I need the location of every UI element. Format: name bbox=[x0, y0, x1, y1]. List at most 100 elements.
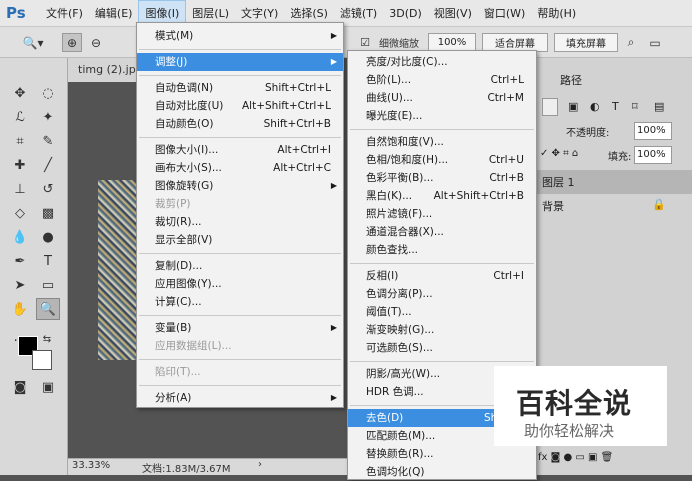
zoom-tool-icon[interactable]: 🔍 bbox=[36, 298, 60, 320]
adjust-menu-item-label: HDR 色调... bbox=[366, 386, 424, 398]
tab-paths[interactable]: 路径 bbox=[560, 72, 582, 88]
swap-colors-icon[interactable]: ⇆ bbox=[40, 332, 54, 346]
menu-separator bbox=[139, 385, 341, 386]
hand-tool-icon[interactable]: ✋ bbox=[8, 298, 32, 320]
adjust-menu-item-label: 阈值(T)... bbox=[366, 306, 412, 318]
zoom-tool-preset-icon[interactable]: 🔍▾ bbox=[18, 33, 48, 52]
path-select-icon[interactable]: ➤ bbox=[8, 274, 32, 296]
adjust-menu-item-20[interactable]: 替换颜色(R)... bbox=[348, 445, 536, 463]
adjust-menu-item-6[interactable]: 色彩平衡(B)... Ctrl+B bbox=[348, 169, 536, 187]
image-menu-item-11[interactable]: 复制(D)... bbox=[137, 257, 343, 275]
eyedropper-icon[interactable]: ✎ bbox=[36, 130, 60, 152]
adjust-menu-item-13[interactable]: 阈值(T)... bbox=[348, 303, 536, 321]
crop-tool-icon[interactable]: ⌗ bbox=[8, 130, 32, 152]
layer-1-name[interactable]: 图层 1 bbox=[542, 174, 575, 190]
adjust-menu-item-8[interactable]: 照片滤镜(F)... bbox=[348, 205, 536, 223]
menu-9[interactable]: 窗口(W) bbox=[478, 0, 531, 27]
menu-8[interactable]: 视图(V) bbox=[428, 0, 478, 27]
image-menu-item-6[interactable]: 画布大小(S)... Alt+Ctrl+C bbox=[137, 159, 343, 177]
zoom-level[interactable]: 33.33% bbox=[72, 460, 110, 471]
adjust-menu-item-label: 去色(D) bbox=[366, 412, 404, 424]
filter-shape-icon[interactable]: ⌑ bbox=[632, 100, 638, 113]
filter-image-icon[interactable]: ▣ bbox=[568, 100, 578, 113]
brush-tool-icon[interactable]: ╱ bbox=[36, 154, 60, 176]
history-brush-icon[interactable]: ↺ bbox=[36, 178, 60, 200]
adjust-menu-item-12[interactable]: 色调分离(P)... bbox=[348, 285, 536, 303]
screen-mode-icon[interactable]: ▣ bbox=[36, 376, 60, 398]
background-color-swatch[interactable] bbox=[32, 350, 52, 370]
image-menu-item-17[interactable]: 分析(A) ▶ bbox=[137, 389, 343, 407]
magic-wand-icon[interactable]: ✦ bbox=[36, 106, 60, 128]
menu-10[interactable]: 帮助(H) bbox=[531, 0, 582, 27]
adjust-menu-item-label: 色调均化(Q) bbox=[366, 466, 425, 478]
adjust-menu-item-3[interactable]: 曝光度(E)... bbox=[348, 107, 536, 125]
fill-input[interactable]: 100% bbox=[634, 146, 672, 164]
adjust-menu-item-11[interactable]: 反相(I) Ctrl+I bbox=[348, 267, 536, 285]
adjust-menu-item-15[interactable]: 可选颜色(S)... bbox=[348, 339, 536, 357]
adjust-menu-item-shortcut: Ctrl+M bbox=[487, 92, 524, 104]
adjust-menu-item-shortcut: Ctrl+L bbox=[490, 74, 524, 86]
menu-7[interactable]: 3D(D) bbox=[383, 0, 428, 27]
adjust-menu-item-14[interactable]: 渐变映射(G)... bbox=[348, 321, 536, 339]
filter-text-icon[interactable]: T bbox=[612, 100, 619, 113]
image-menu-item-4[interactable]: 自动颜色(O) Shift+Ctrl+B bbox=[137, 115, 343, 133]
image-menu-item-5[interactable]: 图像大小(I)... Alt+Ctrl+I bbox=[137, 141, 343, 159]
menu-separator bbox=[350, 129, 534, 130]
image-menu-item-15: 应用数据组(L)... bbox=[137, 337, 343, 355]
adjust-menu-item-2[interactable]: 曲线(U)... Ctrl+M bbox=[348, 89, 536, 107]
adjust-menu-item-label: 通道混合器(X)... bbox=[366, 226, 444, 238]
layer-bottom-icons[interactable]: fx ◙ ● ▭ ▣ 🗑 bbox=[538, 452, 613, 463]
menu-separator bbox=[139, 137, 341, 138]
image-menu-item-shortcut: Alt+Shift+Ctrl+L bbox=[241, 100, 331, 112]
move-tool-icon[interactable]: ✥ bbox=[8, 82, 32, 104]
eraser-icon[interactable]: ◇ bbox=[8, 202, 32, 224]
blur-tool-icon[interactable]: 💧 bbox=[8, 226, 32, 248]
image-menu-item-10[interactable]: 显示全部(V) bbox=[137, 231, 343, 249]
layer-filter-dropdown[interactable] bbox=[542, 98, 558, 116]
adjust-menu-item-7[interactable]: 黑白(K)... Alt+Shift+Ctrl+B bbox=[348, 187, 536, 205]
image-menu-item-7[interactable]: 图像旋转(G) ▶ bbox=[137, 177, 343, 195]
lasso-tool-icon[interactable]: ℒ bbox=[8, 106, 32, 128]
rectangle-tool-icon[interactable]: ▭ bbox=[36, 274, 60, 296]
adjust-menu-item-1[interactable]: 色阶(L)... Ctrl+L bbox=[348, 71, 536, 89]
healing-brush-icon[interactable]: ✚ bbox=[8, 154, 32, 176]
pen-tool-icon[interactable]: ✒ bbox=[8, 250, 32, 272]
image-menu-item-9[interactable]: 裁切(R)... bbox=[137, 213, 343, 231]
menu-0[interactable]: 文件(F) bbox=[40, 0, 89, 27]
menu-separator bbox=[350, 361, 534, 362]
lock-icons[interactable]: ✓ ✥ ⌗ ⌂ bbox=[540, 148, 578, 159]
opacity-input[interactable]: 100% bbox=[634, 122, 672, 140]
zoom-out-icon[interactable]: ⊖ bbox=[86, 33, 106, 52]
image-menu-item-2[interactable]: 自动色调(N) Shift+Ctrl+L bbox=[137, 79, 343, 97]
image-menu-item-0[interactable]: 模式(M) ▶ bbox=[137, 27, 343, 45]
filter-adjust-icon[interactable]: ◐ bbox=[590, 100, 600, 113]
adjust-menu-item-9[interactable]: 通道混合器(X)... bbox=[348, 223, 536, 241]
adjust-menu-item-21[interactable]: 色调均化(Q) bbox=[348, 463, 536, 481]
image-menu-item-1[interactable]: 调整(J) ▶ bbox=[137, 53, 343, 71]
adjust-menu-item-label: 阴影/高光(W)... bbox=[366, 368, 441, 380]
search-icon[interactable]: ⌕ bbox=[622, 33, 640, 52]
adjust-menu-item-4[interactable]: 自然饱和度(V)... bbox=[348, 133, 536, 151]
clone-stamp-icon[interactable]: ⊥ bbox=[8, 178, 32, 200]
image-menu-item-shortcut: Alt+Ctrl+C bbox=[273, 162, 331, 174]
image-menu-item-14[interactable]: 变量(B) ▶ bbox=[137, 319, 343, 337]
image-menu-item-3[interactable]: 自动对比度(U) Alt+Shift+Ctrl+L bbox=[137, 97, 343, 115]
filter-smart-icon[interactable]: ▤ bbox=[654, 100, 664, 113]
adjust-menu-item-0[interactable]: 亮度/对比度(C)... bbox=[348, 53, 536, 71]
menu-1[interactable]: 编辑(E) bbox=[89, 0, 139, 27]
workspace-icon[interactable]: ▭ bbox=[646, 33, 664, 52]
background-layer-name[interactable]: 背景 bbox=[542, 198, 564, 214]
image-menu-item-13[interactable]: 计算(C)... bbox=[137, 293, 343, 311]
adjust-menu-item-shortcut: Ctrl+U bbox=[488, 154, 524, 166]
zoom-in-icon[interactable]: ⊕ bbox=[62, 33, 82, 52]
marquee-tool-icon[interactable]: ◌ bbox=[36, 82, 60, 104]
text-tool-icon[interactable]: T bbox=[36, 250, 60, 272]
dodge-tool-icon[interactable]: ● bbox=[36, 226, 60, 248]
fill-screen-button[interactable]: 填充屏幕 bbox=[554, 33, 618, 52]
adjust-menu-item-5[interactable]: 色相/饱和度(H)... Ctrl+U bbox=[348, 151, 536, 169]
adjust-menu-item-10[interactable]: 颜色查找... bbox=[348, 241, 536, 259]
quick-mask-icon[interactable]: ◙ bbox=[8, 376, 32, 398]
gradient-icon[interactable]: ▩ bbox=[36, 202, 60, 224]
status-arrow-icon[interactable]: › bbox=[258, 459, 262, 470]
image-menu-item-12[interactable]: 应用图像(Y)... bbox=[137, 275, 343, 293]
